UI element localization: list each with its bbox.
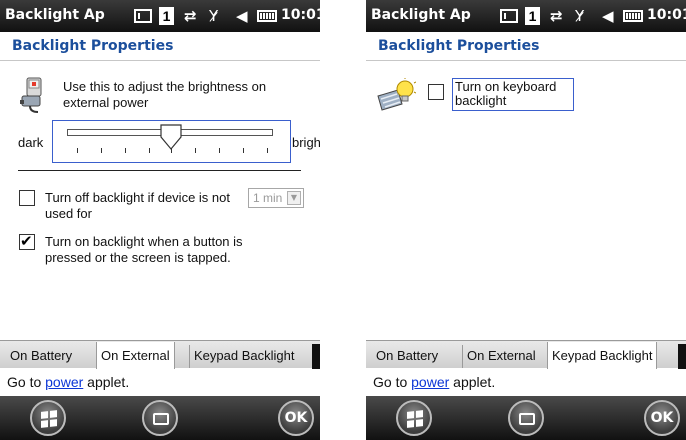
keyboard-light-icon — [377, 78, 416, 111]
power-applet-footer: Go to power applet. — [373, 374, 495, 390]
soft-key-bar: OK — [0, 396, 320, 440]
soft-key-bar: OK — [366, 396, 686, 440]
screen-on-external: Backlight Ap 1 ⇄ Y̷ ◀ 10:01 Backlight Pr… — [0, 0, 320, 440]
tab-on-external[interactable]: On External — [462, 345, 540, 368]
no-signal-icon[interactable]: Y̷ — [209, 8, 218, 24]
windows-start-icon — [407, 410, 423, 428]
slider-tick — [125, 148, 126, 153]
tab-bar: On Battery On External Keypad Backlight — [366, 340, 686, 369]
volume-icon[interactable]: ◀ — [602, 8, 614, 24]
footer-prefix: Go to — [373, 374, 412, 390]
slider-tick — [101, 148, 102, 153]
clock[interactable]: 10:01 — [647, 7, 686, 23]
slider-tick — [267, 148, 268, 153]
header-divider — [366, 60, 686, 61]
power-applet-link[interactable]: power — [411, 374, 449, 390]
page-title: Backlight Properties — [12, 38, 174, 54]
slider-tick — [149, 148, 150, 153]
brightness-slider[interactable] — [52, 120, 291, 163]
battery-icon[interactable] — [257, 10, 277, 22]
tab-on-battery[interactable]: On Battery — [372, 345, 442, 368]
footer-suffix: applet. — [449, 374, 496, 390]
timeout-select-value: 1 min — [253, 191, 283, 205]
ok-button[interactable]: OK — [278, 400, 314, 436]
slider-tick — [243, 148, 244, 153]
windows-start-button[interactable] — [30, 400, 66, 436]
status-bar[interactable]: Backlight Ap 1 ⇄ Y̷ ◀ 10:01 — [0, 0, 320, 32]
tab-on-external[interactable]: On External — [96, 342, 175, 369]
keyboard-button[interactable] — [142, 400, 178, 436]
auto-off-checkbox[interactable] — [19, 190, 35, 206]
status-bar[interactable]: Backlight Ap 1 ⇄ Y̷ ◀ 10:01 — [366, 0, 686, 32]
tab-bar-end — [312, 344, 320, 369]
battery-icon[interactable] — [623, 10, 643, 22]
tap-on-label[interactable]: Turn on backlight when a button is press… — [45, 234, 290, 266]
keyboard-icon — [519, 413, 535, 425]
power-plug-icon — [20, 77, 42, 113]
data-connection-icon[interactable]: ⇄ — [550, 8, 563, 24]
slider-tick — [171, 148, 172, 153]
slider-tick — [195, 148, 196, 153]
status-bar-title[interactable]: Backlight Ap — [5, 7, 105, 23]
tab-on-battery[interactable]: On Battery — [6, 345, 76, 368]
keyboard-icon — [153, 413, 169, 425]
no-signal-icon[interactable]: Y̷ — [575, 8, 584, 24]
tab-keypad-backlight[interactable]: Keypad Backlight — [547, 342, 658, 369]
tab-bar-end — [678, 344, 686, 369]
clock[interactable]: 10:01 — [281, 7, 320, 23]
header-divider — [0, 60, 320, 61]
sim-card-icon[interactable] — [134, 9, 152, 23]
keyboard-backlight-checkbox[interactable] — [428, 84, 444, 100]
keyboard-button[interactable] — [508, 400, 544, 436]
power-applet-link[interactable]: power — [45, 374, 83, 390]
tab-bar: On Battery On External Keypad Backlight — [0, 340, 320, 369]
windows-start-icon — [41, 410, 57, 428]
slider-tick — [77, 148, 78, 153]
keyboard-backlight-label[interactable]: Turn on keyboard backlight — [452, 78, 574, 111]
screen-keypad-backlight: Backlight Ap 1 ⇄ Y̷ ◀ 10:01 Backlight Pr… — [366, 0, 686, 440]
power-applet-footer: Go to power applet. — [7, 374, 129, 390]
slider-tick — [219, 148, 220, 153]
section-divider — [18, 170, 301, 171]
sim-slot-indicator[interactable]: 1 — [159, 7, 174, 25]
sim-slot-indicator[interactable]: 1 — [525, 7, 540, 25]
auto-off-label[interactable]: Turn off backlight if device is not used… — [45, 190, 245, 222]
footer-prefix: Go to — [7, 374, 46, 390]
page-title: Backlight Properties — [378, 38, 540, 54]
timeout-select[interactable]: 1 min ▼ — [248, 188, 304, 208]
slider-min-label: dark — [18, 135, 44, 150]
volume-icon[interactable]: ◀ — [236, 8, 248, 24]
footer-suffix: applet. — [83, 374, 130, 390]
chevron-down-icon[interactable]: ▼ — [287, 191, 301, 205]
ok-button[interactable]: OK — [644, 400, 680, 436]
tab-keypad-backlight[interactable]: Keypad Backlight — [189, 345, 298, 368]
windows-start-button[interactable] — [396, 400, 432, 436]
external-power-description: Use this to adjust the brightness on ext… — [63, 79, 267, 110]
status-bar-title[interactable]: Backlight Ap — [371, 7, 471, 23]
sim-card-icon[interactable] — [500, 9, 518, 23]
slider-thumb[interactable] — [160, 124, 182, 150]
data-connection-icon[interactable]: ⇄ — [184, 8, 197, 24]
slider-max-label: bright — [292, 135, 320, 150]
tap-on-checkbox[interactable] — [19, 232, 35, 250]
